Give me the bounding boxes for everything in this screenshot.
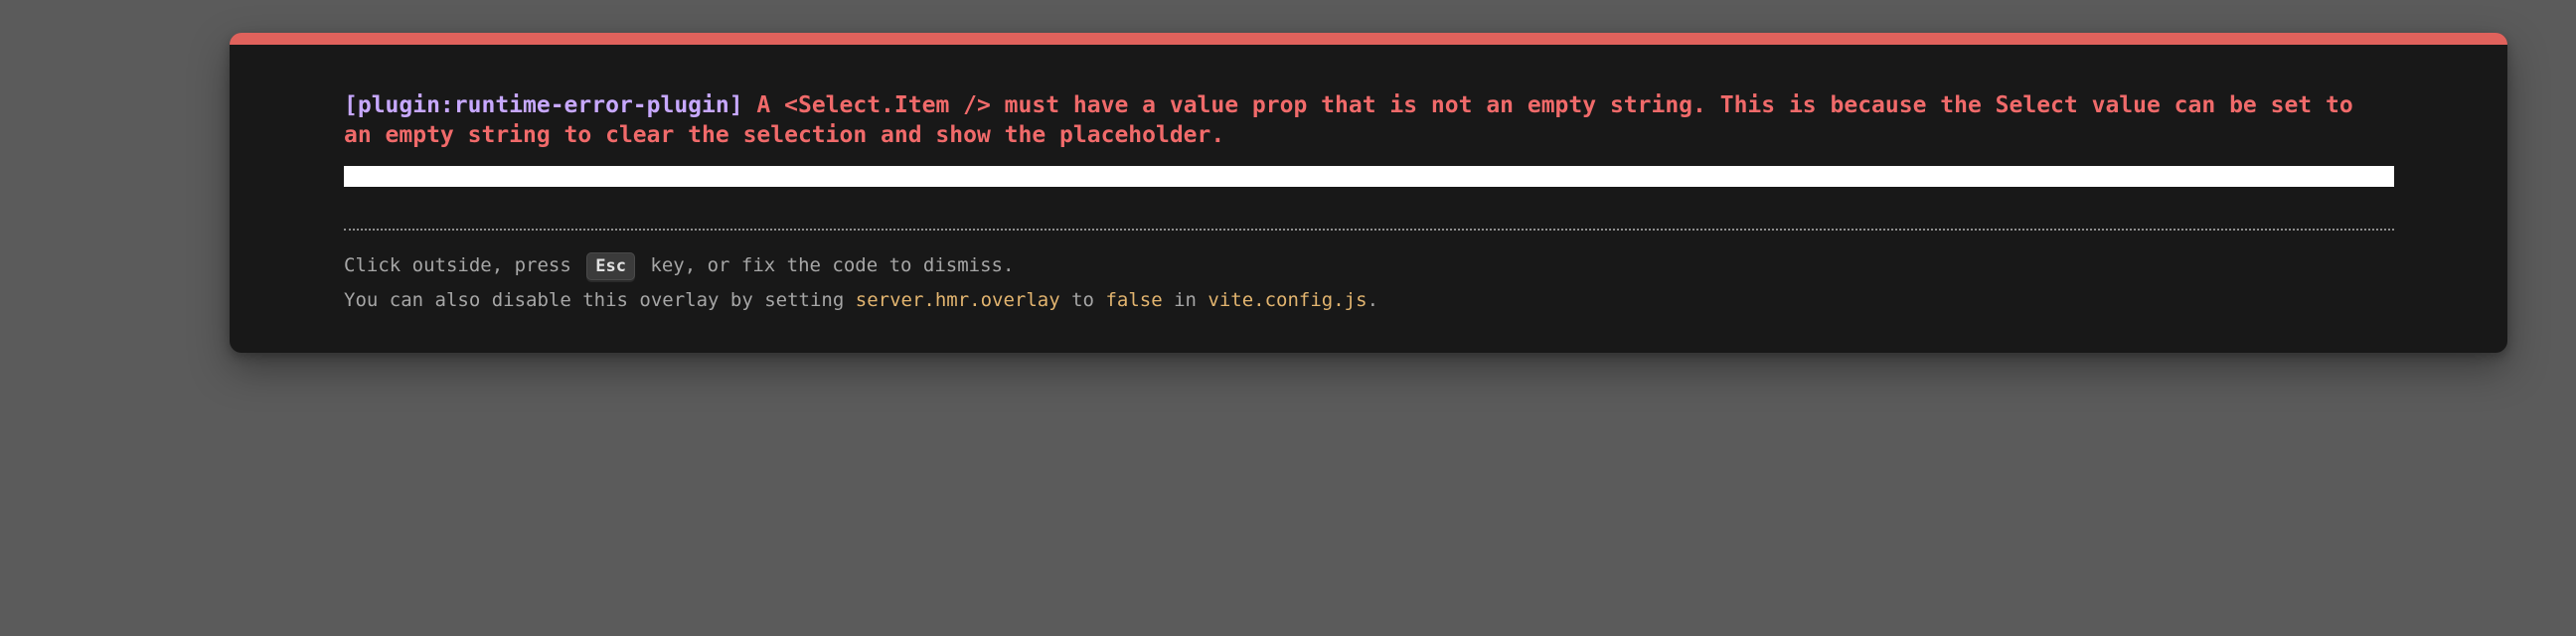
tip-in-text: in	[1162, 289, 1208, 311]
dismiss-tip: Click outside, press Esc key, or fix the…	[344, 252, 2394, 280]
error-overlay-window: [plugin:runtime-error-plugin] A <Select.…	[230, 33, 2507, 353]
config-file-code: vite.config.js	[1208, 289, 1368, 311]
disable-overlay-tip: You can also disable this overlay by set…	[344, 288, 2394, 312]
config-setting-code: server.hmr.overlay	[855, 289, 1060, 311]
esc-key-badge: Esc	[586, 252, 635, 280]
code-frame	[344, 166, 2394, 187]
plugin-name: [plugin:runtime-error-plugin]	[344, 92, 743, 118]
tip-line1-prefix: Click outside, press	[344, 254, 583, 276]
false-value-code: false	[1105, 289, 1163, 311]
divider	[344, 229, 2394, 231]
tip-end-text: .	[1367, 289, 1379, 311]
tip-to-text: to	[1059, 289, 1106, 311]
tip-line1-suffix: key, or fix the code to dismiss.	[638, 254, 1015, 276]
error-message: [plugin:runtime-error-plugin] A <Select.…	[344, 90, 2394, 150]
tip-line2-prefix: You can also disable this overlay by set…	[344, 289, 856, 311]
